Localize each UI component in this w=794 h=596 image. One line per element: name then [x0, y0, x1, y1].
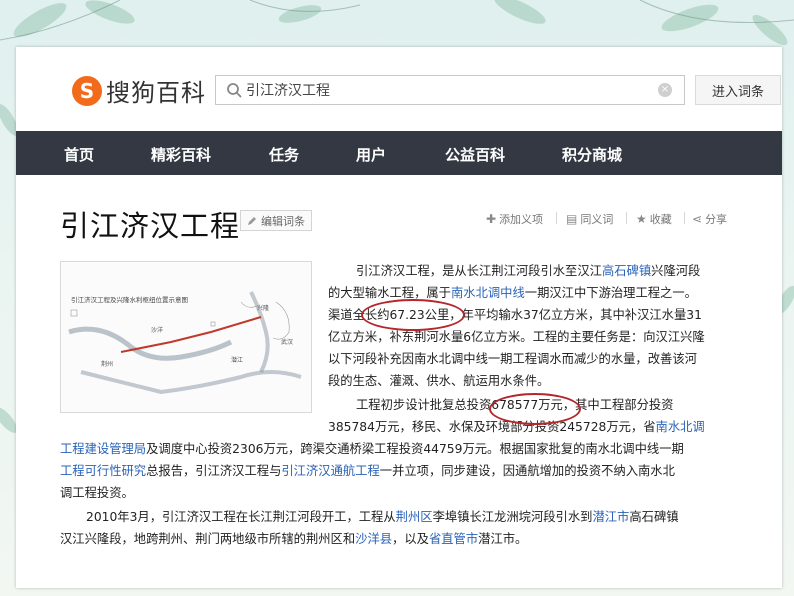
enter-entry-button[interactable]: 进入词条 [695, 75, 781, 105]
edit-entry-label: 编辑词条 [261, 214, 305, 228]
edit-entry-button[interactable]: 编辑词条 [240, 210, 312, 231]
browser-page: S 搜狗百科 × 进入词条 首页 精彩百科 任务 用户 公益百科 积分商城 引江… [16, 47, 782, 588]
paragraph-1-line-6: 段的生态、灌溉、供水、航运用水条件。 [328, 374, 550, 388]
plus-icon: ✚ [486, 212, 497, 226]
link-navigation-project[interactable]: 引江济汉通航工程 [281, 464, 379, 478]
annotation-circle-investment [489, 393, 581, 425]
paragraph-3-line-2: 汉江兴隆段，地跨荆州、荆门两地级市所辖的荆州区和沙洋县，以及省直管市潜江市。 [60, 532, 528, 546]
link-qianjiang[interactable]: 潜江市 [592, 510, 629, 524]
nav-points-mall[interactable]: 积分商城 [562, 144, 622, 165]
link-feasibility-study[interactable]: 工程可行性研究 [60, 464, 146, 478]
share-button[interactable]: ⋖ 分享 [692, 211, 727, 227]
route-map-drawing: 引江济汉工程及兴隆水利枢纽位置示意图 荆州 武汉 兴隆 潜江 沙洋 [68, 291, 302, 395]
divider [684, 212, 685, 224]
search-icon [227, 83, 242, 98]
nav-tasks[interactable]: 任务 [269, 144, 299, 165]
link-middle-route[interactable]: 南水北调中线 [451, 286, 525, 300]
star-icon: ★ [636, 212, 647, 226]
map-label: 荆州 [101, 360, 113, 368]
link-provincial-city[interactable]: 省直管市 [429, 532, 478, 546]
paragraph-1-line-5: 以下河段补充因南水北调中线一期工程调水而减少的水量，改善该河 [328, 352, 697, 366]
page-title: 引江济汉工程 [60, 209, 241, 243]
link-gaoshibei[interactable]: 高石碑镇 [602, 264, 651, 278]
add-meaning-label: 添加义项 [499, 213, 544, 226]
divider [556, 212, 557, 224]
divider [626, 212, 627, 224]
add-meaning-button[interactable]: ✚ 添加义项 [486, 211, 543, 227]
search-input[interactable] [246, 77, 658, 103]
main-nav: 首页 精彩百科 任务 用户 公益百科 积分商城 [16, 131, 782, 175]
map-caption: 引江济汉工程及兴隆水利枢纽位置示意图 [71, 295, 188, 304]
link-jingzhou-district[interactable]: 荆州区 [396, 510, 433, 524]
search-box[interactable]: × [215, 75, 685, 105]
pencil-icon [248, 216, 256, 225]
paragraph-2-line-4: 工程可行性研究总报告，引江济汉工程与引江济汉通航工程一并立项，同步建设，因通航增… [60, 464, 675, 478]
favorite-button[interactable]: ★ 收藏 [636, 211, 672, 227]
share-icon: ⋖ [692, 212, 703, 226]
share-label: 分享 [705, 213, 728, 226]
clear-icon[interactable]: × [658, 83, 672, 97]
map-label: 沙洋 [151, 326, 163, 334]
link-shayang[interactable]: 沙洋县 [355, 532, 392, 546]
sogou-baike-logo[interactable]: S 搜狗百科 [72, 73, 206, 108]
nav-charity[interactable]: 公益百科 [445, 144, 505, 165]
link-nanshuibeidiao[interactable]: 南水北调 [656, 420, 705, 434]
paragraph-2-line-3: 工程建设管理局及调度中心投资2306万元，跨渠交通桥梁工程投资44759万元。根… [60, 442, 684, 456]
paragraph-1-line-1: 引江济汉工程，是从长江荆江河段引水至汉江高石碑镇兴隆河段 [356, 264, 701, 278]
paragraph-1-line-4: 亿立方米，补东荆河水量6亿立方米。工程的主要任务是：向汉江兴隆 [328, 330, 705, 344]
map-label: 潜江 [231, 356, 243, 364]
sogou-logo-icon: S [72, 75, 102, 106]
site-header: S 搜狗百科 × 进入词条 [16, 47, 782, 131]
route-map-image[interactable]: 引江济汉工程及兴隆水利枢纽位置示意图 荆州 武汉 兴隆 潜江 沙洋 [60, 261, 312, 413]
logo-text: 搜狗百科 [106, 79, 206, 107]
nav-featured[interactable]: 精彩百科 [151, 144, 211, 165]
link-construction-bureau[interactable]: 工程建设管理局 [60, 442, 146, 456]
synonym-button[interactable]: ▤ 同义词 [566, 211, 613, 227]
synonym-label: 同义词 [580, 213, 614, 226]
favorite-label: 收藏 [649, 213, 672, 226]
nav-home[interactable]: 首页 [64, 144, 94, 165]
paragraph-2-line-5: 调工程投资。 [60, 486, 134, 500]
synonym-icon: ▤ [566, 212, 578, 226]
nav-users[interactable]: 用户 [356, 144, 386, 165]
annotation-circle-length [361, 299, 465, 331]
paragraph-3-line-1: 2010年3月，引江济汉工程在长江荆江河段开工，工程从荆州区李埠镇长江龙洲垸河段… [86, 510, 679, 524]
map-label: 兴隆 [257, 304, 269, 312]
map-label: 武汉 [281, 338, 293, 346]
